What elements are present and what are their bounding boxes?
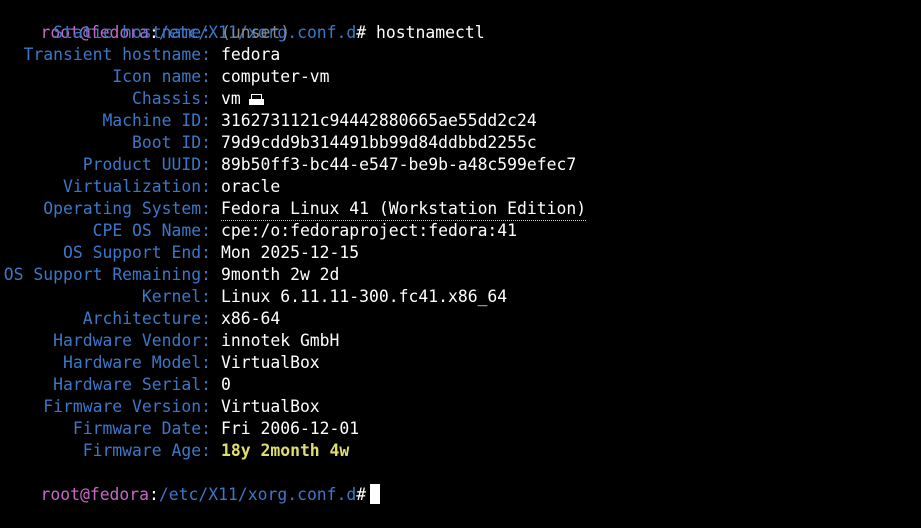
output-row-operating-system: Operating System: Fedora Linux 41 (Workst… <box>1 198 587 221</box>
row-value: innotek GmbH <box>221 331 340 350</box>
row-value: 0 <box>221 375 231 394</box>
output-row-firmware-age: Firmware Age: 18y 2month 4w <box>1 440 350 462</box>
row-label: Boot ID: <box>132 133 211 152</box>
prompt-user-host: root@fedora <box>40 485 150 504</box>
prompt-command: hostnamectl <box>376 23 485 42</box>
output-row-product-uuid: Product UUID: 89b50ff3-bc44-e547-be9b-a48… <box>1 154 577 176</box>
output-row-transient-hostname: Transient hostname: fedora <box>1 44 281 66</box>
row-value: Mon 2025-12-15 <box>221 243 360 262</box>
row-label: Hardware Model: <box>62 353 211 372</box>
row-value: computer-vm <box>221 67 330 86</box>
row-value: 79d9cdd9b314491bb99d84ddbbd2255c <box>221 133 537 152</box>
row-value: vm <box>221 89 241 108</box>
output-row-icon-name: Icon name: computer-vm <box>1 66 330 88</box>
row-label: OS Support End: <box>62 243 211 262</box>
output-row-architecture: Architecture: x86-64 <box>1 308 281 330</box>
row-label: Icon name: <box>112 67 211 86</box>
output-row-virtualization: Virtualization: oracle <box>1 176 280 198</box>
row-label: Product UUID: <box>82 155 211 174</box>
row-label: OS Support Remaining: <box>3 265 211 284</box>
output-row-hardware-vendor: Hardware Vendor: innotek GmbH <box>1 330 339 352</box>
prompt-separator: : <box>149 485 159 504</box>
output-row-firmware-date: Firmware Date: Fri 2006-12-01 <box>1 418 359 440</box>
prompt-symbol: # <box>356 23 367 42</box>
output-row-hardware-model: Hardware Model: VirtualBox <box>1 352 320 374</box>
vm-chassis-icon <box>248 94 264 105</box>
output-row-static-hostname: Static hostname: (unset) <box>1 22 290 44</box>
output-row-firmware-version: Firmware Version: VirtualBox <box>1 396 320 418</box>
row-label: Kernel: <box>141 287 211 306</box>
prompt-line: root@fedora:/etc/X11/xorg.conf.d# hostna… <box>1 0 484 42</box>
output-row-os-support-end: OS Support End: Mon 2025-12-15 <box>1 242 359 264</box>
os-link[interactable]: Fedora Linux 41 (Workstation Edition) <box>221 198 587 221</box>
row-label: Transient hostname: <box>23 45 212 64</box>
output-row-cpe-os-name: CPE OS Name: cpe:/o:fedoraproject:fedora:… <box>1 220 517 242</box>
row-value: VirtualBox <box>221 397 320 416</box>
row-value: fedora <box>221 45 281 64</box>
row-value: 89b50ff3-bc44-e547-be9b-a48c599efec7 <box>221 155 577 174</box>
row-label: Chassis: <box>132 89 211 108</box>
row-label: Firmware Age: <box>82 441 211 460</box>
row-label: Machine ID: <box>102 111 211 130</box>
output-row-os-support-remaining: OS Support Remaining: 9month 2w 2d <box>1 264 340 286</box>
row-value: cpe:/o:fedoraproject:fedora:41 <box>221 221 518 240</box>
row-value: Fri 2006-12-01 <box>221 419 360 438</box>
row-label: Firmware Version: <box>43 397 211 416</box>
row-value: (unset) <box>221 23 291 42</box>
active-prompt-line[interactable]: root@fedora:/etc/X11/xorg.conf.d# <box>1 462 381 504</box>
row-label: Virtualization: <box>62 177 211 196</box>
row-label: Static hostname: <box>53 23 211 42</box>
output-row-kernel: Kernel: Linux 6.11.11-300.fc41.x86_64 <box>1 286 507 308</box>
row-value: VirtualBox <box>221 353 320 372</box>
row-value: oracle <box>221 177 281 196</box>
prompt-path: /etc/X11/xorg.conf.d <box>158 485 357 504</box>
row-label: Hardware Vendor: <box>53 331 211 350</box>
output-row-machine-id: Machine ID: 3162731121c94442880665ae55dd2… <box>1 110 537 132</box>
output-row-hardware-serial: Hardware Serial: 0 <box>1 374 231 396</box>
row-value: 18y 2month 4w <box>221 441 350 460</box>
row-label: Firmware Date: <box>72 419 211 438</box>
prompt-symbol: # <box>356 485 367 504</box>
row-value: 3162731121c94442880665ae55dd2c24 <box>221 111 537 130</box>
row-label: CPE OS Name: <box>92 221 211 240</box>
row-value: Linux 6.11.11-300.fc41.x86_64 <box>221 287 508 306</box>
terminal-window[interactable]: root@fedora:/etc/X11/xorg.conf.d# hostna… <box>0 0 921 505</box>
row-label: Hardware Serial: <box>53 375 211 394</box>
output-row-chassis: Chassis: vm <box>1 88 264 110</box>
output-row-boot-id: Boot ID: 79d9cdd9b314491bb99d84ddbbd2255c <box>1 132 537 154</box>
row-label: Operating System: <box>43 199 211 218</box>
row-label: Architecture: <box>82 309 211 328</box>
row-value: 9month 2w 2d <box>221 265 340 284</box>
text-cursor[interactable] <box>370 484 381 504</box>
row-value: x86-64 <box>221 309 281 328</box>
